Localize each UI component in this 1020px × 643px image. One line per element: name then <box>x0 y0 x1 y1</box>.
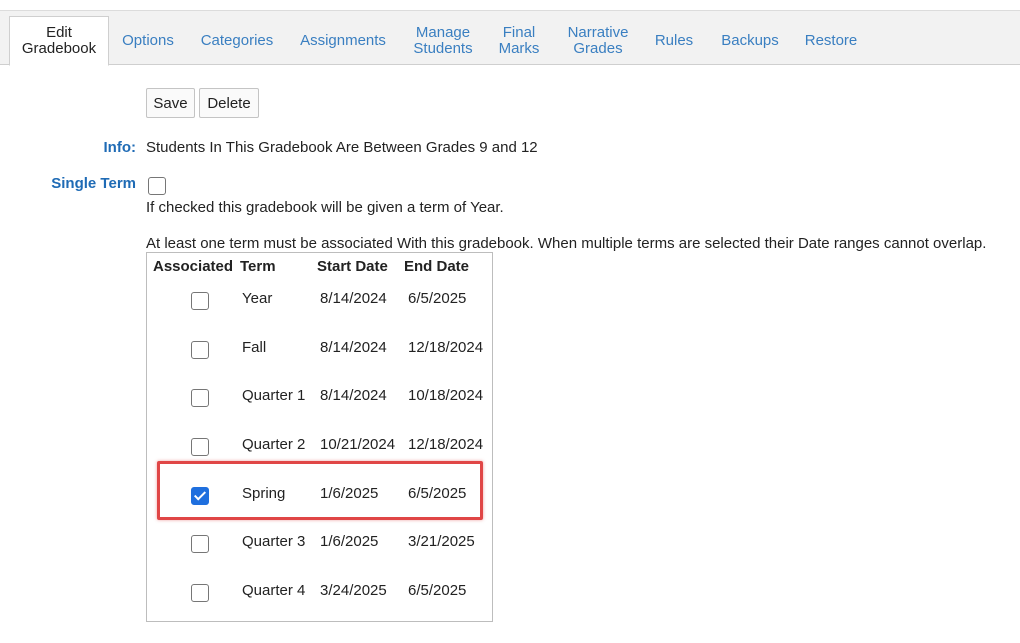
terms-note: At least one term must be associated Wit… <box>146 235 987 252</box>
tab-manage-students[interactable]: Manage Students <box>404 16 482 66</box>
term-start-date: 8/14/2024 <box>320 387 387 404</box>
single-term-checkbox[interactable] <box>148 177 166 195</box>
term-start-date: 8/14/2024 <box>320 290 387 307</box>
tab-restore[interactable]: Restore <box>798 16 864 66</box>
tab-backups[interactable]: Backups <box>712 16 788 66</box>
term-name: Quarter 2 <box>242 436 306 453</box>
tab-rules[interactable]: Rules <box>648 16 700 66</box>
term-end-date: 6/5/2025 <box>408 582 467 599</box>
term-name: Year <box>242 290 273 307</box>
term-end-date: 12/18/2024 <box>408 436 484 453</box>
single-term-label: Single Term <box>51 175 136 192</box>
term-end-date: 10/18/2024 <box>408 387 484 404</box>
term-associated-checkbox[interactable] <box>191 535 209 553</box>
tab-label: Restore <box>804 32 858 49</box>
term-start-date: 1/6/2025 <box>320 533 379 550</box>
tab-label: Assignments <box>300 32 386 49</box>
tab-final-marks[interactable]: Final Marks <box>490 16 548 66</box>
term-name: Quarter 4 <box>242 582 306 599</box>
tab-narrative-grades[interactable]: Narrative Grades <box>558 16 638 66</box>
term-name: Fall <box>242 339 267 356</box>
save-button[interactable]: Save <box>146 88 195 118</box>
term-associated-checkbox[interactable] <box>191 389 209 407</box>
term-start-date: 3/24/2025 <box>320 582 387 599</box>
header-associated: Associated <box>153 258 234 275</box>
term-associated-checkbox[interactable] <box>191 292 209 310</box>
delete-button[interactable]: Delete <box>199 88 259 118</box>
term-associated-checkbox[interactable] <box>191 584 209 602</box>
tab-label-line1: Manage <box>415 24 471 41</box>
term-end-date: 3/21/2025 <box>408 533 475 550</box>
term-end-date: 6/5/2025 <box>408 290 467 307</box>
info-label: Info: <box>103 139 136 156</box>
term-end-date: 12/18/2024 <box>408 339 484 356</box>
header-term: Term <box>240 258 276 275</box>
tab-label-line1: Narrative <box>567 24 629 41</box>
term-associated-checkbox[interactable] <box>191 341 209 359</box>
tab-options[interactable]: Options <box>112 16 184 66</box>
tab-label-line2: Gradebook <box>21 40 97 57</box>
header-start-date: Start Date <box>317 258 388 275</box>
tab-categories[interactable]: Categories <box>192 16 282 66</box>
tab-label: Backups <box>721 32 779 49</box>
term-name: Quarter 1 <box>242 387 306 404</box>
tab-label-line1: Final <box>502 24 536 41</box>
single-term-help: If checked this gradebook will be given … <box>146 199 504 216</box>
term-associated-checkbox[interactable] <box>191 438 209 456</box>
tab-assignments[interactable]: Assignments <box>292 16 394 66</box>
tab-label-line2: Grades <box>573 40 623 57</box>
tab-label: Options <box>122 32 174 49</box>
tab-label-line2: Students <box>413 40 473 57</box>
tab-label: Categories <box>200 32 274 49</box>
tab-label-line1: Edit <box>46 24 72 41</box>
info-text: Students In This Gradebook Are Between G… <box>146 139 538 156</box>
tab-label: Rules <box>654 32 694 49</box>
tab-bar: Edit Gradebook Options Categories Assign… <box>0 10 1020 66</box>
tab-label-line2: Marks <box>498 40 540 57</box>
term-start-date: 10/21/2024 <box>320 436 396 453</box>
term-start-date: 8/14/2024 <box>320 339 387 356</box>
header-end-date: End Date <box>404 258 470 275</box>
highlight-box <box>157 461 483 520</box>
tab-edit-gradebook[interactable]: Edit Gradebook <box>9 16 109 66</box>
term-name: Quarter 3 <box>242 533 306 550</box>
